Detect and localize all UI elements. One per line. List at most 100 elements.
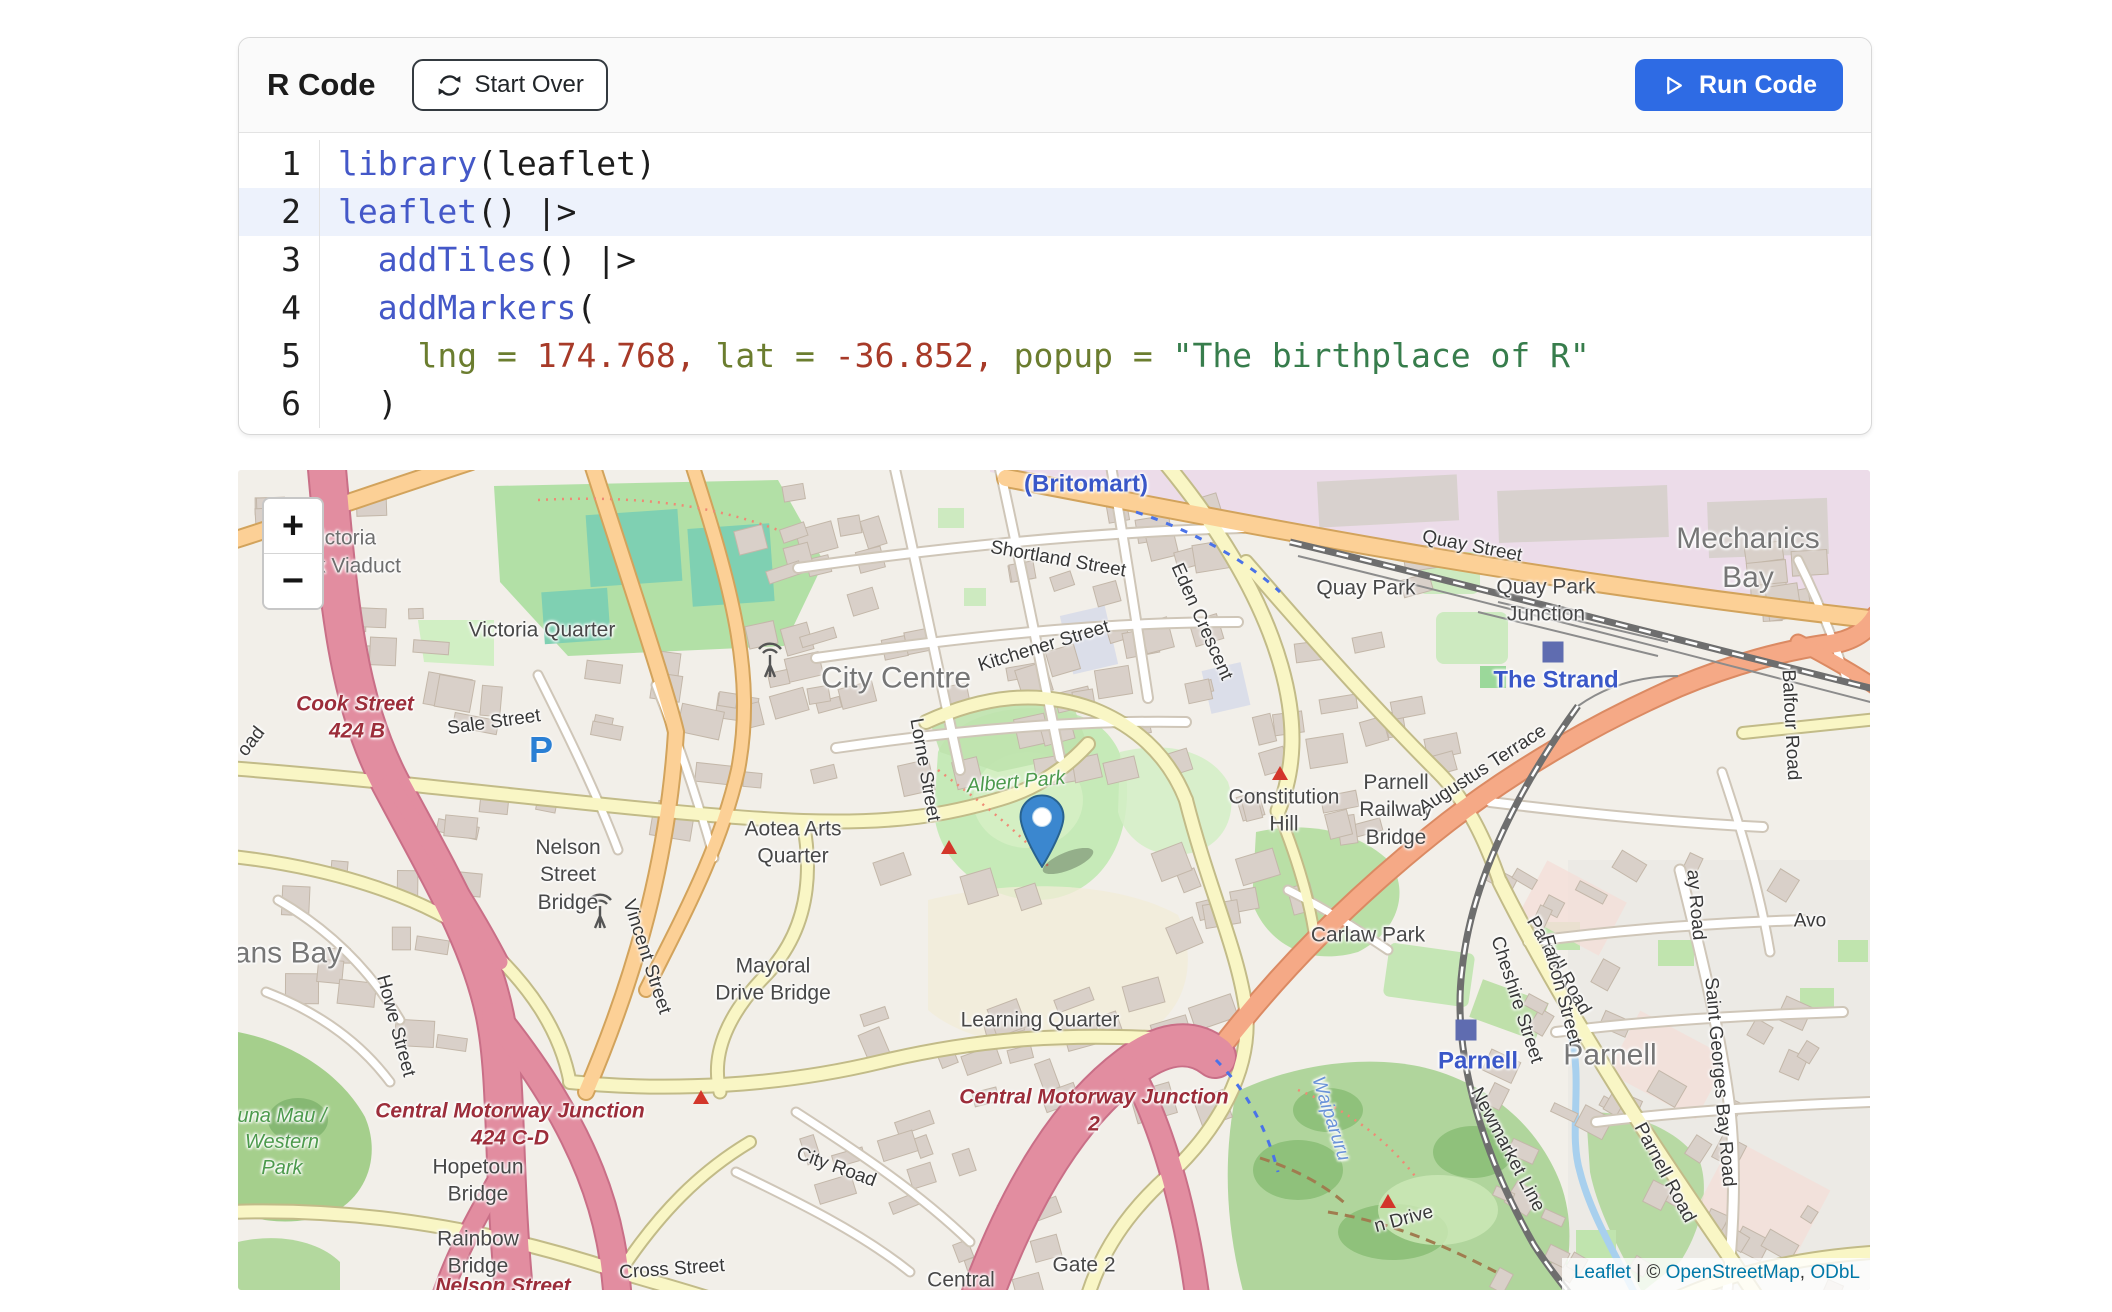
map-label: Lorne Street — [903, 716, 945, 823]
code-text: library(leaflet) — [320, 140, 656, 188]
map-label: oad — [238, 722, 271, 762]
run-code-label: Run Code — [1699, 71, 1817, 100]
refresh-circular-arrows-icon — [436, 72, 463, 99]
zoom-in-button[interactable]: + — [264, 499, 322, 553]
map-label: ans Bay — [238, 934, 342, 973]
map-label: Constitution Hill — [1229, 784, 1340, 839]
line-number: 5 — [239, 332, 320, 380]
line-number: 6 — [239, 380, 320, 428]
map-label: Shortland Street — [988, 536, 1128, 584]
map-label: Nelson Street Bridge — [535, 834, 600, 916]
map-label: Aotea Arts Quarter — [745, 816, 842, 871]
peak-triangle-icon — [693, 1090, 709, 1104]
map-label: Hopetoun Bridge — [432, 1154, 523, 1209]
map-marker-pin[interactable] — [1019, 794, 1065, 873]
map-label: Mayoral Drive Bridge — [715, 953, 831, 1008]
map-label: ay Road — [1680, 869, 1711, 942]
map-label: una Mau / Western Park — [238, 1103, 326, 1181]
code-text: lng = 174.768, lat = -36.852, popup = "T… — [320, 332, 1590, 380]
panel-title: R Code — [267, 67, 376, 103]
code-text: leaflet() |> — [320, 188, 576, 236]
map-label: Eden Crescent — [1164, 560, 1238, 685]
map-label: 424 C-D — [471, 1124, 549, 1151]
line-number: 3 — [239, 236, 320, 284]
code-editor[interactable]: 1library(leaflet)2leaflet() |>3 addTiles… — [239, 133, 1871, 428]
map-label: ictoria — [320, 524, 376, 551]
start-over-label: Start Over — [475, 71, 584, 99]
run-code-button[interactable]: Run Code — [1635, 59, 1843, 111]
r-code-panel: R Code Start Over Run Code — [238, 37, 1872, 435]
map-label: Quay Street — [1420, 525, 1524, 569]
map-label: Balfour Road — [1775, 669, 1805, 781]
leaflet-map[interactable]: Waitematā(Britomart) Shortland Street Kitc… — [238, 470, 1870, 1290]
map-label: The Strand — [1493, 664, 1618, 695]
map-label: City Road — [793, 1142, 880, 1194]
map-labels-layer: Waitematā(Britomart) Shortland Street Kitc… — [238, 470, 1870, 1290]
map-label: Waiparuru — [1305, 1074, 1355, 1165]
map-label: k Viaduct — [315, 552, 401, 579]
code-text: ) — [320, 380, 398, 428]
peak-triangle-icon — [941, 840, 957, 854]
map-label: Central Motorway Junction — [959, 1083, 1229, 1110]
map-label: Mechanics Bay — [1676, 519, 1819, 597]
panel-header: R Code Start Over Run Code — [239, 38, 1871, 133]
peak-triangle-icon — [1380, 1194, 1396, 1208]
map-label: 424 B — [329, 717, 385, 744]
map-label: Vincent Street — [616, 897, 676, 1018]
map-label: Parnell Road — [1520, 912, 1596, 1019]
map-label: Newmarket Line — [1464, 1084, 1550, 1217]
line-number: 1 — [239, 140, 320, 188]
map-label: Rainbow Bridge — [437, 1226, 519, 1281]
map-label: Saint Georges Bay Road — [1698, 976, 1741, 1188]
code-line[interactable]: 2leaflet() |> — [239, 188, 1871, 236]
code-line[interactable]: 5 lng = 174.768, lat = -36.852, popup = … — [239, 332, 1871, 380]
railway-station-icon — [1543, 642, 1564, 663]
map-label: Central — [927, 1266, 995, 1290]
parking-icon: P — [529, 729, 553, 771]
line-number: 2 — [239, 188, 320, 236]
play-triangle-outline-icon — [1661, 73, 1686, 98]
code-line[interactable]: 3 addTiles() |> — [239, 236, 1871, 284]
map-label: Falcon Street — [1533, 932, 1586, 1048]
code-line[interactable]: 1library(leaflet) — [239, 140, 1871, 188]
map-label: Parnell Railway Bridge — [1359, 769, 1433, 851]
attribution-separator: | © — [1631, 1262, 1666, 1283]
map-label: Parnell Road — [1627, 1119, 1700, 1228]
code-text: addMarkers( — [320, 284, 596, 332]
line-number: 4 — [239, 284, 320, 332]
map-label: Nelson Street — [435, 1272, 570, 1290]
map-label: Quay Park — [1316, 574, 1415, 601]
map-label: Howe Street — [370, 972, 421, 1079]
map-label: Avo — [1794, 910, 1826, 935]
map-label: Cross Street — [618, 1254, 725, 1286]
leaflet-link[interactable]: Leaflet — [1574, 1262, 1631, 1283]
map-label: (Britomart) — [1024, 470, 1148, 500]
railway-station-icon — [1456, 1020, 1477, 1041]
map-label: City Centre — [821, 659, 971, 698]
map-label: 2 — [1088, 1110, 1100, 1137]
map-label: Cook Street — [296, 690, 414, 717]
map-label: Carlaw Park — [1311, 921, 1425, 948]
zoom-control: + − — [262, 497, 324, 610]
map-label: Quay Park Junction — [1496, 574, 1595, 629]
map-label: Sale Street — [446, 704, 543, 742]
odbl-link[interactable]: ODbL — [1810, 1262, 1860, 1283]
zoom-out-button[interactable]: − — [264, 553, 322, 608]
map-label: Augustus Terrace — [1414, 719, 1551, 820]
map-label: Parnell — [1438, 1045, 1518, 1076]
map-label: Parnell — [1563, 1036, 1656, 1075]
code-text: addTiles() |> — [320, 236, 636, 284]
code-line[interactable]: 4 addMarkers( — [239, 284, 1871, 332]
peak-triangle-icon — [1272, 766, 1288, 780]
map-label: Victoria Quarter — [469, 616, 616, 643]
code-line[interactable]: 6 ) — [239, 380, 1871, 428]
attribution-comma: , — [1800, 1262, 1811, 1283]
openstreetmap-link[interactable]: OpenStreetMap — [1666, 1262, 1800, 1283]
start-over-button[interactable]: Start Over — [412, 59, 608, 111]
map-label: Kitchener Street — [975, 615, 1113, 678]
map-attribution: Leaflet | © OpenStreetMap, ODbL — [1562, 1258, 1870, 1290]
map-label: Central Motorway Junction — [375, 1097, 645, 1124]
map-label: Waitematā — [1026, 470, 1145, 472]
map-label: Cheshire Street — [1484, 933, 1548, 1066]
map-label: Gate 2 — [1052, 1251, 1115, 1278]
